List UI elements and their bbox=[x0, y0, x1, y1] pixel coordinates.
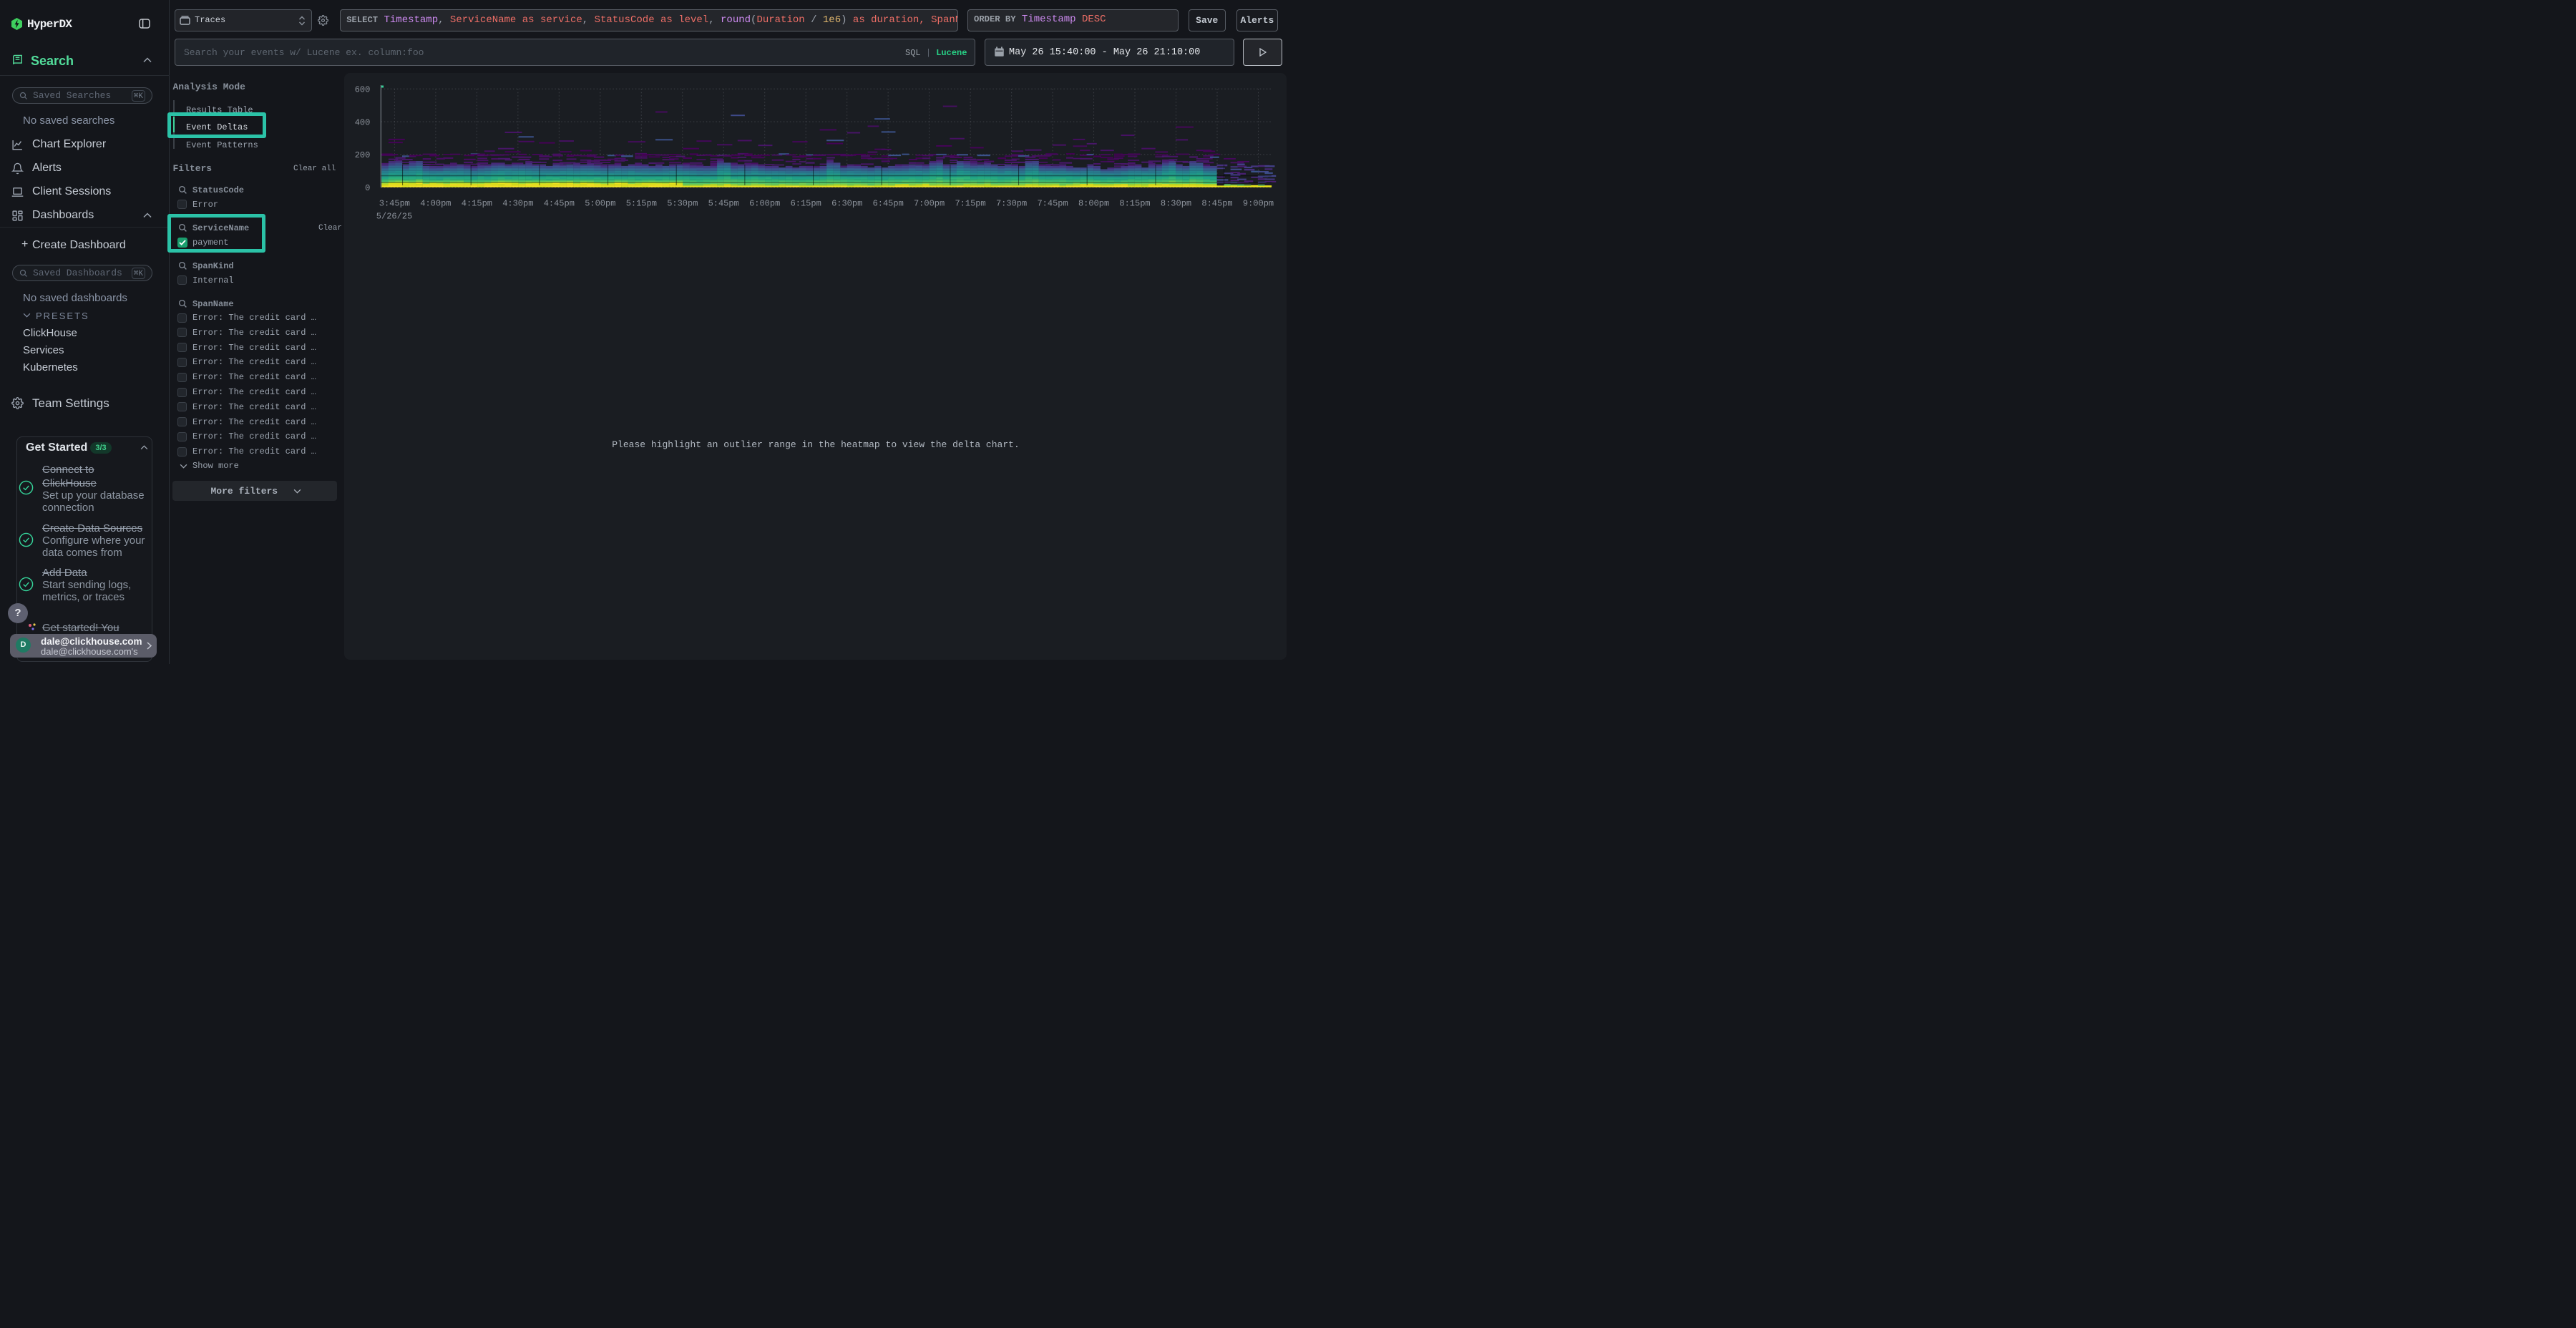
svg-text:6:00pm: 6:00pm bbox=[749, 199, 780, 209]
svg-text:3:45pm: 3:45pm bbox=[379, 199, 410, 209]
svg-text:7:45pm: 7:45pm bbox=[1037, 199, 1068, 209]
svg-text:7:00pm: 7:00pm bbox=[914, 199, 945, 209]
svg-text:8:15pm: 8:15pm bbox=[1119, 199, 1150, 209]
svg-text:5:15pm: 5:15pm bbox=[626, 199, 657, 209]
svg-text:6:45pm: 6:45pm bbox=[873, 199, 904, 209]
svg-text:8:30pm: 8:30pm bbox=[1161, 199, 1191, 209]
svg-text:7:15pm: 7:15pm bbox=[955, 199, 985, 209]
svg-text:5/26/25: 5/26/25 bbox=[376, 212, 412, 222]
svg-text:600: 600 bbox=[355, 85, 371, 95]
svg-text:9:00pm: 9:00pm bbox=[1243, 199, 1274, 209]
svg-text:5:45pm: 5:45pm bbox=[708, 199, 739, 209]
svg-text:5:00pm: 5:00pm bbox=[585, 199, 615, 209]
svg-text:8:00pm: 8:00pm bbox=[1078, 199, 1109, 209]
svg-text:6:15pm: 6:15pm bbox=[791, 199, 821, 209]
svg-text:8:45pm: 8:45pm bbox=[1201, 199, 1232, 209]
svg-text:Please highlight an outlier ra: Please highlight an outlier range in the… bbox=[612, 439, 1020, 450]
svg-text:0: 0 bbox=[365, 183, 370, 193]
svg-text:4:15pm: 4:15pm bbox=[462, 199, 492, 209]
svg-text:200: 200 bbox=[355, 150, 371, 160]
svg-text:5:30pm: 5:30pm bbox=[667, 199, 698, 209]
svg-text:7:30pm: 7:30pm bbox=[996, 199, 1027, 209]
svg-text:400: 400 bbox=[355, 117, 371, 127]
svg-text:4:00pm: 4:00pm bbox=[420, 199, 451, 209]
svg-text:4:30pm: 4:30pm bbox=[502, 199, 533, 209]
svg-text:6:30pm: 6:30pm bbox=[831, 199, 862, 209]
svg-text:4:45pm: 4:45pm bbox=[544, 199, 575, 209]
